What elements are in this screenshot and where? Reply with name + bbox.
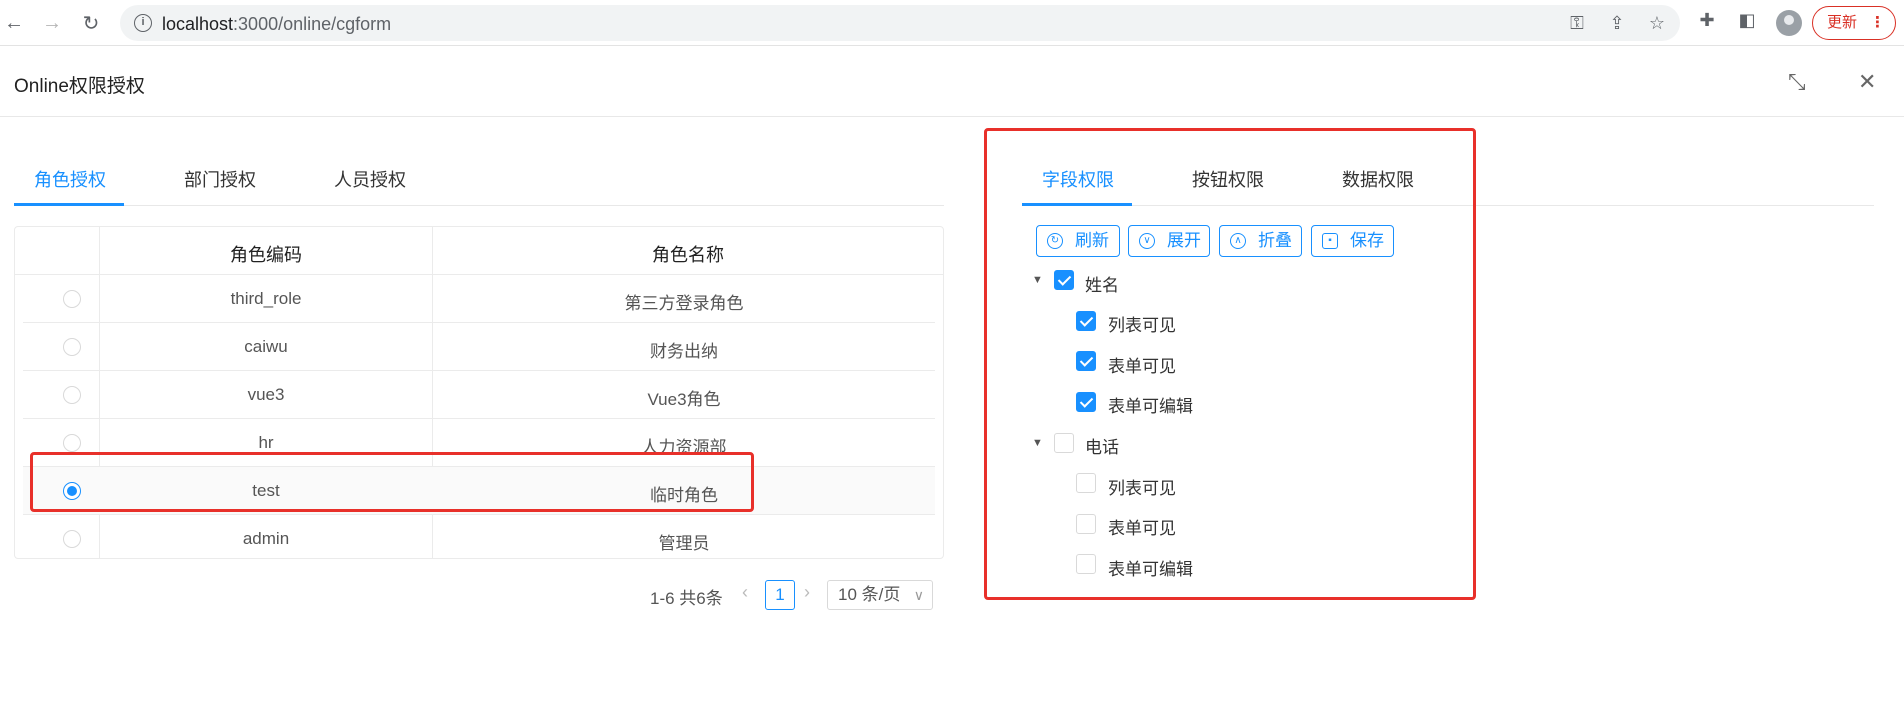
site-info-icon[interactable]: i [134, 14, 152, 32]
forward-icon[interactable]: → [38, 9, 66, 37]
column-header-name: 角色名称 [652, 245, 724, 265]
left-tab-bar: 角色授权 部门授权 人员授权 [14, 150, 944, 206]
url-text[interactable]: localhost:3000/online/cgform [162, 14, 391, 35]
pagination-total: 1-6 共6条 [650, 589, 723, 608]
update-button[interactable]: 更新 ⋮ [1812, 6, 1896, 40]
row-radio[interactable] [63, 338, 81, 356]
tab-ink-bar [14, 203, 124, 206]
table-header: 角色编码 角色名称 [15, 227, 943, 275]
table-row[interactable]: caiwu 财务出纳 [23, 323, 935, 371]
table-row[interactable]: admin 管理员 [23, 515, 935, 563]
role-code: caiwu [244, 337, 288, 356]
address-bar[interactable]: i localhost:3000/online/cgform ⚿ ⇪ ☆ [120, 5, 1680, 41]
modal-title: Online权限授权 [14, 76, 145, 97]
menu-dots-icon[interactable]: ⋮ [1870, 7, 1885, 39]
chevron-down-icon: ∨ [913, 587, 924, 603]
browser-toolbar: ← → ↻ i localhost:3000/online/cgform ⚿ ⇪… [0, 0, 1904, 46]
back-icon[interactable]: ← [0, 9, 28, 37]
role-name: 管理员 [658, 534, 710, 553]
role-code: vue3 [247, 385, 285, 404]
table-row[interactable]: third_role 第三方登录角色 [23, 275, 935, 323]
next-page-icon[interactable]: › [804, 582, 810, 603]
role-name: 财务出纳 [650, 342, 718, 361]
table-row[interactable]: vue3 Vue3角色 [23, 371, 935, 419]
reload-icon[interactable]: ↻ [77, 9, 105, 37]
bookmark-star-icon[interactable]: ☆ [1646, 13, 1668, 34]
column-header-code: 角色编码 [230, 245, 302, 265]
share-icon[interactable]: ⇪ [1606, 13, 1628, 34]
page-number-button[interactable]: 1 [765, 580, 795, 610]
profile-avatar[interactable] [1776, 10, 1802, 36]
side-panel-icon[interactable]: ◧ [1735, 10, 1759, 31]
page-size-select[interactable]: 10 条/页 ∨ [827, 580, 933, 610]
row-radio[interactable] [63, 530, 81, 548]
minimize-icon[interactable]: ⤡ [1788, 69, 1806, 95]
prev-page-icon[interactable]: ‹ [742, 582, 748, 603]
role-code: hr [258, 433, 274, 452]
role-name: 第三方登录角色 [624, 294, 744, 313]
row-radio[interactable] [63, 290, 81, 308]
extensions-icon[interactable]: ✚ [1695, 10, 1719, 31]
highlight-box-selected-row [30, 452, 754, 512]
tab-role-auth[interactable]: 角色授权 [34, 166, 106, 192]
row-radio[interactable] [63, 386, 81, 404]
tab-user-auth[interactable]: 人员授权 [334, 166, 406, 192]
tab-dept-auth[interactable]: 部门授权 [184, 166, 256, 192]
modal-header: Online权限授权 ⤡ ✕ [0, 47, 1904, 117]
key-icon[interactable]: ⚿ [1566, 13, 1588, 34]
role-name: Vue3角色 [647, 390, 721, 409]
role-code: third_role [230, 289, 302, 308]
row-radio[interactable] [63, 434, 81, 452]
highlight-box-permission-panel [984, 128, 1476, 600]
close-icon[interactable]: ✕ [1858, 69, 1876, 95]
role-code: admin [242, 529, 290, 548]
